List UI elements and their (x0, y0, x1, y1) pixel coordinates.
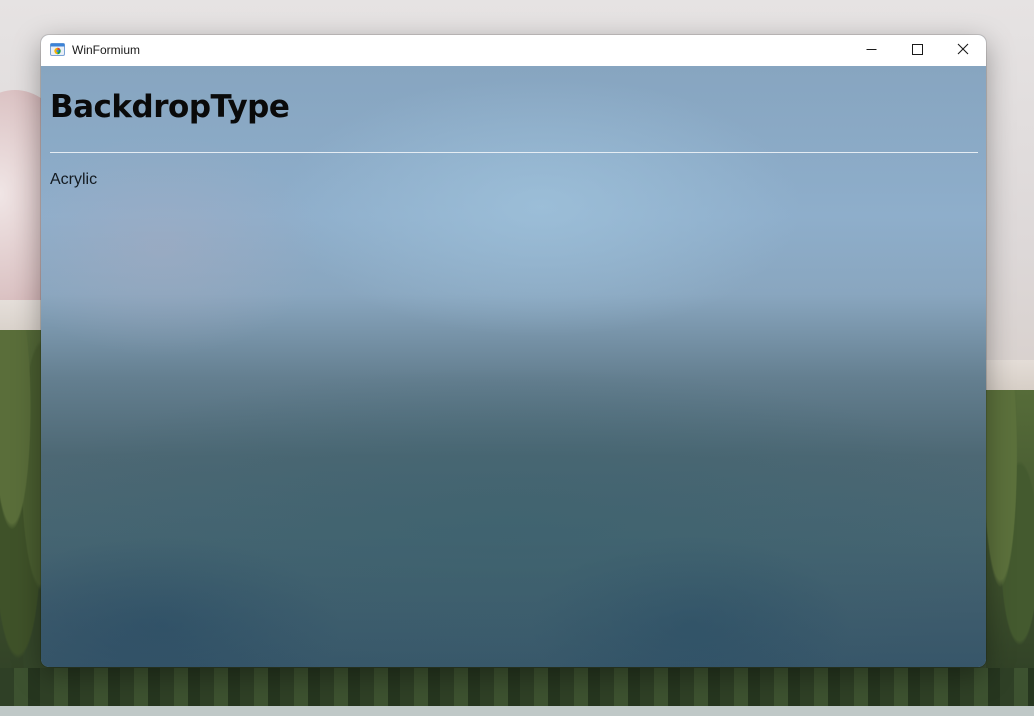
backdrop-type-value: Acrylic (50, 171, 98, 188)
wallpaper-ground (0, 706, 1034, 716)
divider (50, 152, 978, 153)
maximize-button[interactable] (894, 35, 940, 66)
browser-icon (50, 43, 65, 56)
close-button[interactable] (940, 35, 986, 66)
page-heading: BackdropType (50, 89, 290, 125)
minimize-button[interactable] (848, 35, 894, 66)
title-bar[interactable]: WinFormium (41, 35, 986, 66)
acrylic-client-area: BackdropType Acrylic (41, 66, 986, 667)
app-window: WinFormium BackdropType Acrylic (41, 35, 986, 667)
window-title: WinFormium (72, 43, 140, 57)
maximize-icon (911, 42, 923, 60)
close-icon (957, 42, 969, 60)
minimize-icon (866, 42, 877, 60)
